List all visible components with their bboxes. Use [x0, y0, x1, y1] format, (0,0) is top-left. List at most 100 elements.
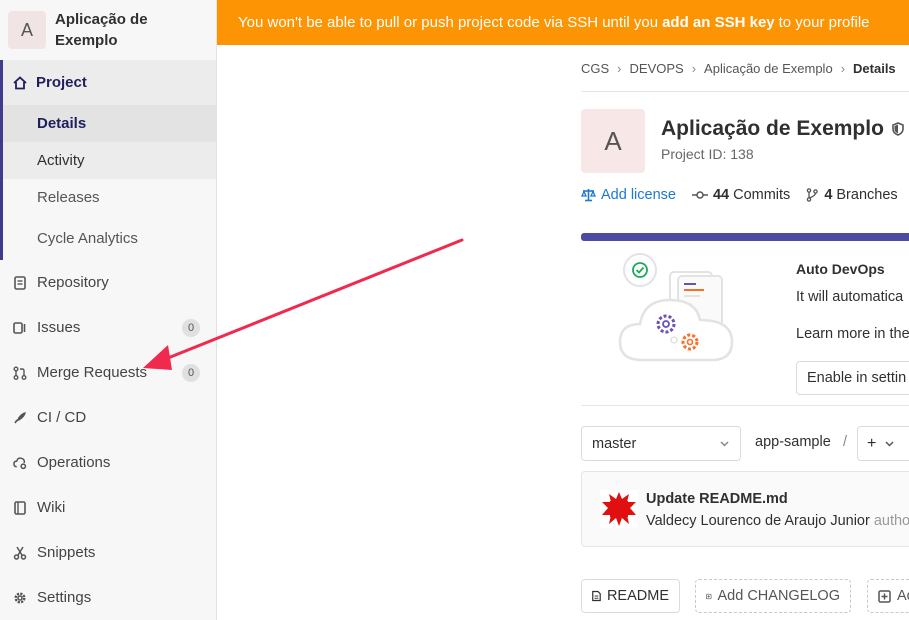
top-accent-bar	[581, 233, 909, 241]
plus-square-icon	[878, 589, 891, 603]
sidebar-item-label: CI / CD	[37, 409, 87, 426]
add-ssh-key-link[interactable]: add an SSH key	[662, 14, 775, 31]
branch-selector-value: master	[592, 435, 637, 452]
add-contributing-button[interactable]: Ac	[867, 579, 909, 613]
merge-requests-count-badge: 0	[182, 364, 200, 382]
sidebar-item-label: Merge Requests	[37, 364, 148, 381]
avatar[interactable]	[600, 490, 638, 528]
readme-button[interactable]: README	[581, 579, 680, 613]
divider	[581, 91, 909, 92]
commit-author[interactable]: Valdecy Lourenco de Araujo Junior	[646, 513, 870, 529]
auto-devops-description: It will automatica	[796, 289, 904, 305]
chevron-right-icon: ›	[840, 61, 846, 76]
commit-title-link[interactable]: Update README.md	[646, 491, 788, 507]
scale-icon	[581, 189, 596, 202]
chevron-down-icon	[720, 441, 729, 447]
repo-path[interactable]: app-sample	[755, 434, 831, 450]
banner-text-suffix: to your profile	[778, 14, 870, 31]
sidebar-item-label: Project	[36, 74, 87, 91]
shield-icon	[892, 122, 904, 136]
sidebar-subitem-cycle-analytics[interactable]: Cycle Analytics	[3, 216, 216, 260]
commits-label: Commits	[733, 187, 791, 203]
project-id: Project ID: 138	[661, 146, 754, 162]
branches-link[interactable]: 4 Branches	[806, 187, 898, 203]
scissors-icon	[13, 546, 27, 560]
add-changelog-label: Add CHANGELOG	[717, 588, 841, 604]
chevron-right-icon: ›	[691, 61, 697, 76]
project-nav-group: Project Details Activity Releases Cycle …	[0, 60, 216, 260]
sidebar-item-merge-requests[interactable]: Merge Requests 0	[0, 350, 216, 395]
commits-link[interactable]: 44 Commits	[691, 187, 791, 203]
project-avatar: A	[8, 11, 46, 49]
branch-icon	[807, 188, 819, 202]
breadcrumb-item-project[interactable]: Aplicação de Exemplo	[704, 61, 833, 76]
add-contributing-label: Ac	[897, 588, 909, 604]
project-title-text: Aplicação de Exemplo	[661, 117, 884, 140]
issues-icon	[13, 321, 27, 335]
sidebar-project-header[interactable]: A Aplicação de Exemplo	[0, 0, 216, 60]
chevron-right-icon: ›	[617, 61, 622, 76]
sidebar-item-label: Wiki	[37, 499, 66, 516]
sidebar-item-label: Settings	[37, 589, 92, 606]
breadcrumb-item-details[interactable]: Details	[853, 61, 896, 76]
auto-devops-title: Auto DevOps	[796, 261, 885, 277]
project-stats: Add license 44 Commits 4 Branches	[581, 187, 898, 203]
book-icon	[13, 500, 27, 515]
ssh-key-warning-banner: You won't be able to pull or push projec…	[217, 0, 909, 45]
branch-selector[interactable]: master	[581, 426, 741, 461]
gear-icon	[13, 591, 27, 605]
project-avatar-large: A	[581, 109, 645, 173]
issues-count-badge: 0	[182, 319, 200, 337]
enable-in-settings-button[interactable]: Enable in settin	[796, 361, 909, 395]
cloud-gear-icon	[13, 456, 27, 470]
sidebar-item-project[interactable]: Project	[3, 60, 216, 105]
merge-request-icon	[13, 366, 27, 380]
plus-icon: +	[867, 434, 877, 452]
banner-text-prefix: You won't be able to pull or push projec…	[238, 14, 659, 31]
last-commit-box: Update README.md Valdecy Lourenco de Ara…	[581, 471, 909, 547]
sidebar-item-snippets[interactable]: Snippets	[0, 530, 216, 575]
auto-devops-illustration	[618, 253, 734, 362]
subitem-label: Details	[37, 115, 87, 132]
commit-icon	[691, 191, 708, 199]
add-license-link[interactable]: Add license	[581, 187, 676, 203]
sidebar-item-label: Operations	[37, 454, 111, 471]
project-title: Aplicação de Exemplo	[661, 117, 904, 141]
auto-devops-learn-more[interactable]: Learn more in the	[796, 326, 909, 342]
sidebar-subitem-releases[interactable]: Releases	[3, 179, 216, 216]
rocket-icon	[13, 411, 27, 425]
breadcrumb-item-devops[interactable]: DEVOPS	[630, 61, 684, 76]
repository-icon	[13, 275, 27, 290]
sidebar-subitem-details[interactable]: Details	[3, 105, 216, 142]
sidebar-item-repository[interactable]: Repository	[0, 260, 216, 305]
file-icon	[592, 590, 601, 602]
commits-count: 44	[712, 187, 730, 203]
branches-count: 4	[824, 187, 833, 203]
breadcrumb-item-cgs[interactable]: CGS	[581, 61, 609, 76]
subitem-label: Cycle Analytics	[37, 229, 138, 247]
plus-square-icon	[706, 593, 712, 599]
commit-authored-text: autho	[873, 513, 909, 529]
chevron-down-icon	[885, 441, 894, 447]
subitem-label: Activity	[37, 152, 85, 169]
sidebar: A Aplicação de Exemplo Project Details A…	[0, 0, 217, 620]
subitem-label: Releases	[37, 189, 100, 206]
commit-author-line: Valdecy Lourenco de Araujo Junior autho	[646, 513, 909, 529]
add-license-label: Add license	[601, 187, 676, 203]
sidebar-item-label: Issues	[37, 319, 81, 336]
sidebar-item-settings[interactable]: Settings	[0, 575, 216, 620]
path-separator: /	[843, 434, 848, 450]
divider	[581, 405, 909, 406]
sidebar-item-operations[interactable]: Operations	[0, 440, 216, 485]
sidebar-item-issues[interactable]: Issues 0	[0, 305, 216, 350]
sidebar-item-label: Snippets	[37, 544, 96, 561]
add-changelog-button[interactable]: Add CHANGELOG	[695, 579, 851, 613]
branches-label: Branches	[836, 187, 898, 203]
readme-button-label: README	[606, 588, 669, 604]
sidebar-item-ci-cd[interactable]: CI / CD	[0, 395, 216, 440]
sidebar-subitem-activity[interactable]: Activity	[3, 142, 216, 179]
add-file-dropdown[interactable]: +	[857, 426, 909, 461]
sidebar-item-label: Repository	[37, 274, 109, 291]
home-icon	[13, 75, 27, 89]
sidebar-item-wiki[interactable]: Wiki	[0, 485, 216, 530]
